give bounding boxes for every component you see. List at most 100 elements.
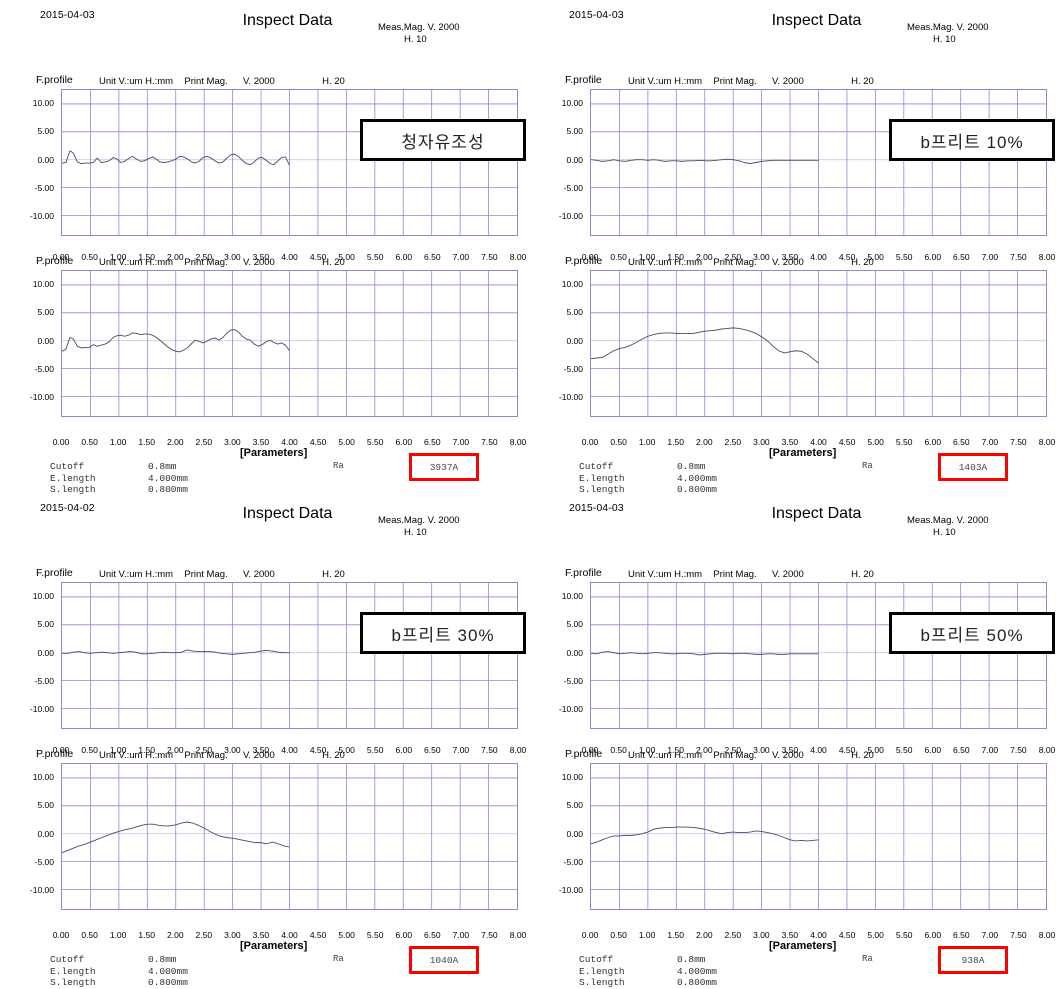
x-axis-tick: 6.00 [924,745,942,755]
meas-mag-h: H. 10 [404,34,427,45]
x-axis-tick: 7.50 [481,745,498,755]
x-axis-tick: 6.50 [424,930,441,940]
ra-value-box[interactable]: 1403A [938,453,1008,481]
x-axis-tick: 8.00 [1038,252,1056,262]
sample-callout-text: b프리트 30% [391,625,495,645]
ra-value-box[interactable]: 3937A [409,453,479,481]
p-profile-label: P.profile [565,748,603,760]
p-profile-plot [61,270,518,417]
y-axis-tick: 5.00 [37,126,54,137]
x-axis-tick: 6.50 [953,252,970,262]
ra-label: Ra [333,954,344,964]
param-row-elength: E.length [579,472,625,484]
ra-label: Ra [862,954,873,964]
f-profile-trace [62,90,517,235]
x-axis-tick: 2.50 [724,930,742,940]
y-axis-tick: 5.00 [37,800,54,811]
x-axis-tick: 6.00 [395,437,413,447]
y-axis-tick: 10.00 [561,591,583,602]
inspection-date: 2015-04-03 [569,502,624,514]
x-axis-tick: 7.00 [452,437,470,447]
sample-callout-text: b프리트 50% [920,625,1024,645]
param-row-elength: E.length [50,472,96,484]
inspection-date: 2015-04-03 [40,9,95,21]
sample-callout: 청자유조성 [360,119,526,161]
x-axis-tick: 8.00 [509,745,527,755]
meas-mag-v: Meas.Mag. V. 2000 [907,515,989,526]
y-axis-tick: 5.00 [566,126,583,137]
f-profile-header: Unit V.:um H.:mm Print Mag. V. 2000 H. 2… [99,76,345,87]
x-axis-tick: 1.50 [667,930,684,940]
x-axis-tick: 8.00 [509,437,527,447]
param-value-elength: 4.000mm [148,965,188,977]
x-axis-tick: 5.50 [895,745,913,755]
x-axis-tick: 6.00 [924,252,942,262]
x-axis-tick: 0.50 [81,437,98,447]
y-axis-tick: -10.00 [29,392,54,403]
f-profile-plot [590,89,1047,236]
x-axis-tick: 7.50 [1010,252,1027,262]
inspection-date: 2015-04-03 [569,9,624,21]
x-axis-tick: 5.50 [895,437,913,447]
y-axis-tick: 0.00 [37,647,54,658]
x-axis-tick: 1.50 [667,437,684,447]
page-title: Inspect Data [180,12,395,30]
print-mag-h: H. 20 [851,750,874,761]
x-axis-tick: 5.00 [867,930,884,940]
x-axis-tick: 0.50 [81,252,98,262]
y-axis-tick: -5.00 [34,363,54,374]
param-value-slength: 0.800mm [677,977,717,988]
param-row-cutoff: Cutoff [50,954,85,965]
x-axis-tick: 2.00 [696,437,713,447]
page-title: Inspect Data [180,505,395,523]
print-mag-label: Print Mag. [713,257,757,268]
x-axis-tick: 2.50 [724,437,742,447]
y-axis-tick: -5.00 [563,363,583,374]
page-title: Inspect Data [709,505,924,523]
parameters-values: 0.8mm 4.000mm 0.800mm [677,954,717,989]
sample-callout-text: b프리트 10% [920,132,1024,152]
f-profile-header: Unit V.:um H.:mm Print Mag. V. 2000 H. 2… [628,569,874,580]
x-axis-tick: 0.00 [52,437,70,447]
meas-mag-v: Meas.Mag. V. 2000 [378,515,460,526]
x-axis-tick: 1.00 [638,437,656,447]
page-title: Inspect Data [709,12,924,30]
x-axis-tick: 8.00 [1038,437,1056,447]
x-axis-tick: 6.50 [953,930,970,940]
print-mag-h: H. 20 [851,76,874,87]
p-profile-label: P.profile [36,255,74,267]
x-axis-tick: 0.00 [581,437,599,447]
x-axis-tick: 4.00 [281,930,298,940]
y-axis-tick: -10.00 [558,885,583,896]
x-axis-tick: 2.00 [167,930,184,940]
y-axis-tick: 0.00 [566,154,583,165]
x-axis-tick: 2.50 [195,437,213,447]
f-profile-plot [61,582,518,729]
print-mag-label: Print Mag. [184,76,228,87]
unit-label: Unit V.:um H.:mm [628,569,703,580]
meas-mag-h: H. 10 [404,527,427,538]
print-mag-v: V. 2000 [242,569,275,580]
x-axis-tick: 2.00 [167,437,184,447]
parameters-list: Cutoff E.length S.length [50,461,96,496]
x-axis-tick: 4.00 [281,437,298,447]
param-row-elength: E.length [579,965,625,977]
print-mag-v: V. 2000 [771,76,804,87]
ra-value-box[interactable]: 938A [938,946,1008,974]
x-axis-tick: 3.50 [781,437,799,447]
measurement-magnification: Meas.Mag. V. 2000 H. 10 [378,515,528,539]
print-mag-label: Print Mag. [713,569,757,580]
measurement-magnification: Meas.Mag. V. 2000 H. 10 [378,22,528,46]
print-mag-h: H. 20 [322,257,345,268]
p-profile-trace [62,764,517,909]
ra-value-box[interactable]: 1040A [409,946,479,974]
param-value-cutoff: 0.8mm [677,954,706,965]
x-axis-tick: 3.00 [224,930,241,940]
param-row-slength: S.length [50,977,96,988]
y-axis-tick: 0.00 [37,154,54,165]
x-axis-tick: 7.00 [981,252,999,262]
x-axis-tick: 7.50 [1010,930,1027,940]
sample-callout: b프리트 10% [889,119,1055,161]
meas-mag-h: H. 10 [933,527,956,538]
x-axis-tick: 1.00 [638,930,656,940]
